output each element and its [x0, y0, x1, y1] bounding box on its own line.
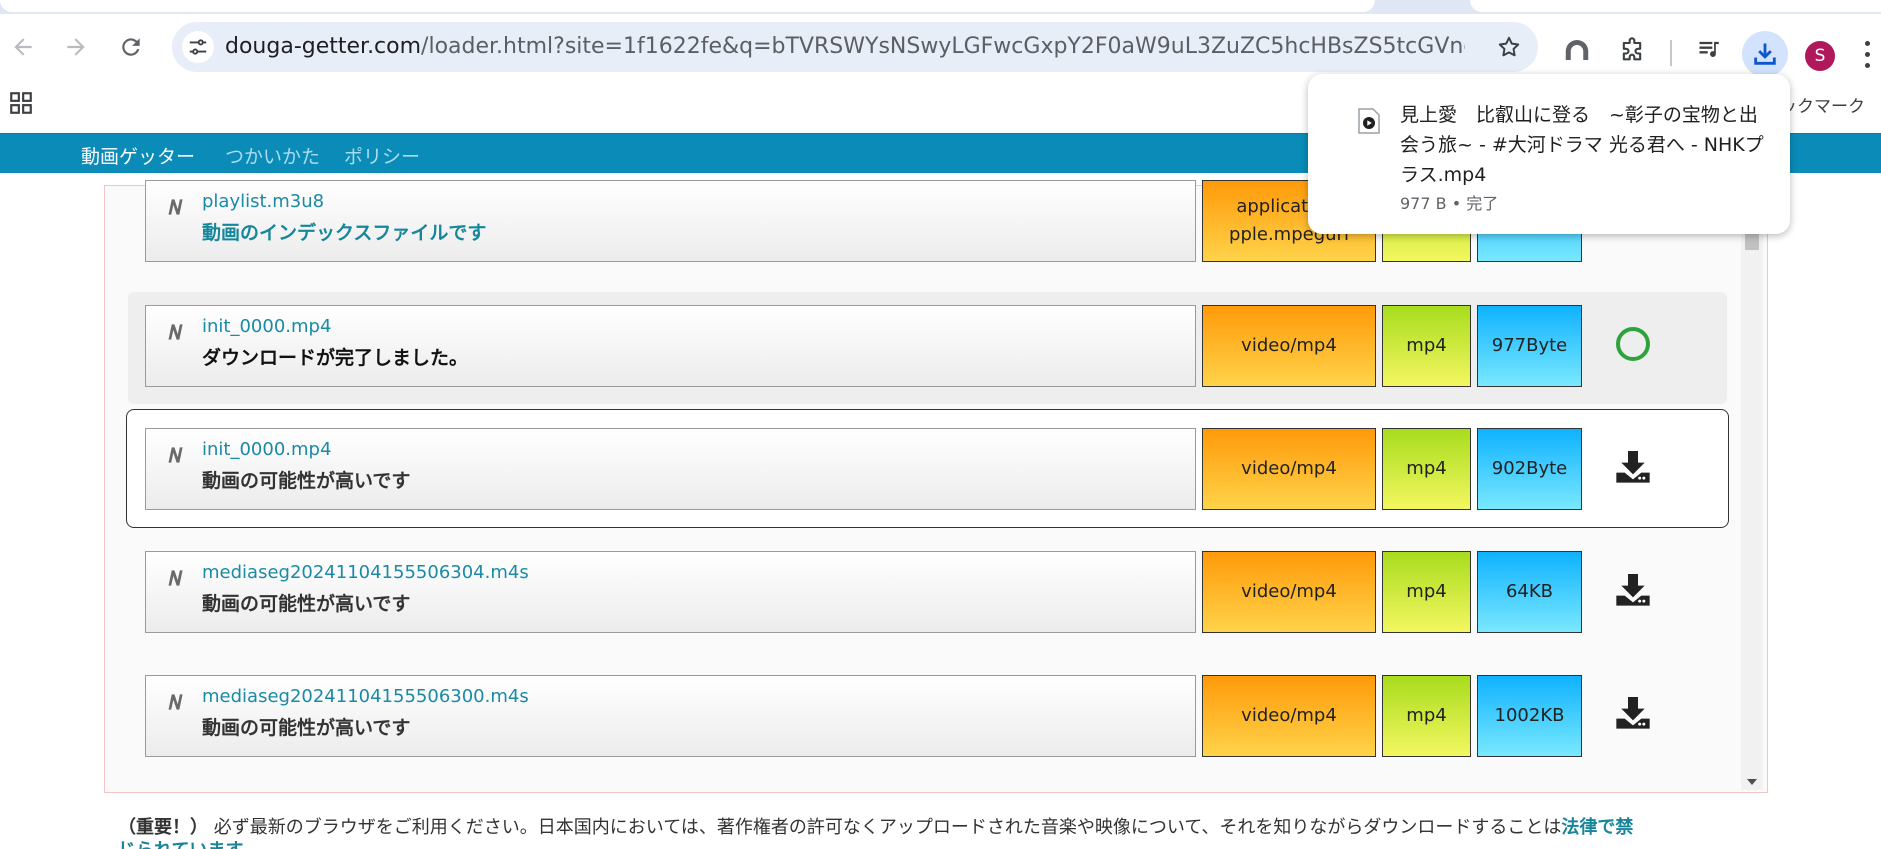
arrow-left-icon	[14, 38, 32, 56]
download-status: 977 B • 完了	[1400, 194, 1499, 213]
file-info: init_0000.mp4 動画の可能性が高いです	[145, 428, 1196, 510]
n-logo-icon	[168, 694, 183, 710]
url-text[interactable]: douga-getter.com/loader.html?site=1f1622…	[225, 32, 1465, 62]
file-name: mediaseg20241104155506304.m4s	[202, 562, 529, 583]
downloads-button[interactable]	[1742, 31, 1788, 77]
reload-icon	[122, 38, 140, 56]
forward-button[interactable]	[59, 30, 93, 64]
download-button[interactable]	[1613, 569, 1653, 609]
ext-badge: mp4	[1382, 551, 1471, 633]
legal-notice: （重要！） 必ず最新のブラウザをご利用ください。日本国内においては、著作権者の許…	[118, 813, 1738, 849]
media-control-button[interactable]	[1694, 34, 1726, 66]
inactive-tab[interactable]	[1470, 0, 1881, 12]
file-description: 動画の可能性が高いです	[202, 470, 411, 492]
download-bubble: 見上愛 比叡山に登る ~彰子の宝物と出会う旅~ - #大河ドラマ 光る君へ - …	[1308, 74, 1790, 234]
site-brand-link[interactable]: 動画ゲッター	[81, 142, 195, 169]
tune-icon	[189, 39, 207, 55]
n-logo-icon	[168, 324, 183, 340]
file-name: init_0000.mp4	[202, 439, 332, 460]
file-info: mediaseg20241104155506304.m4s 動画の可能性が高いで…	[145, 551, 1196, 633]
profile-avatar[interactable]: S	[1805, 41, 1835, 71]
file-info: playlist.m3u8 動画のインデックスファイルです	[145, 180, 1196, 262]
size-badge: 1002KB	[1477, 675, 1582, 757]
back-button[interactable]	[6, 30, 40, 64]
all-bookmarks-link[interactable]: ックマーク	[1780, 92, 1865, 117]
arrow-right-icon	[67, 38, 85, 56]
download-tray-icon	[1616, 451, 1650, 483]
ext-badge: mp4	[1382, 305, 1471, 387]
completed-circle-icon	[1616, 327, 1650, 361]
mime-badge: video/mp4	[1202, 305, 1376, 387]
url-path: /loader.html?site=1f1622fe&q=bTVRSWYsNSw…	[421, 34, 1465, 59]
extensions-button[interactable]	[1616, 34, 1648, 66]
file-info: mediaseg20241104155506300.m4s 動画の可能性が高いで…	[145, 675, 1196, 757]
menu-button[interactable]	[1862, 40, 1874, 70]
file-description: ダウンロードが完了しました。	[202, 347, 469, 369]
reload-button[interactable]	[114, 30, 148, 64]
download-tray-icon	[1616, 574, 1650, 606]
file-info: init_0000.mp4 ダウンロードが完了しました。	[145, 305, 1196, 387]
star-icon	[1498, 36, 1520, 57]
download-tray-icon	[1616, 697, 1650, 729]
puzzle-icon	[1622, 37, 1642, 61]
file-description: 動画の可能性が高いです	[202, 717, 411, 739]
scroll-down-arrow-icon[interactable]	[1745, 772, 1759, 791]
file-name: mediaseg20241104155506300.m4s	[202, 686, 529, 707]
apps-grid-icon[interactable]	[8, 90, 34, 116]
browser-window: douga-getter.com/loader.html?site=1f1622…	[0, 0, 1881, 849]
mime-badge: video/mp4	[1202, 428, 1376, 510]
size-badge: 977Byte	[1477, 305, 1582, 387]
ext-badge: mp4	[1382, 675, 1471, 757]
n-logo-icon	[168, 570, 183, 586]
size-badge: 64KB	[1477, 551, 1582, 633]
file-name: init_0000.mp4	[202, 316, 332, 337]
n-logo-icon	[168, 447, 183, 463]
notice-label: （重要！）	[118, 817, 208, 838]
nav-link-howto[interactable]: つかいかた	[225, 142, 320, 169]
arch-icon	[1565, 40, 1589, 60]
scrollbar[interactable]	[1741, 220, 1763, 790]
file-name: playlist.m3u8	[202, 191, 325, 212]
scrollbar-thumb[interactable]	[1745, 232, 1759, 250]
url-host: douga-getter.com	[225, 34, 422, 59]
extension-arch-button[interactable]	[1561, 34, 1593, 66]
download-filename[interactable]: 見上愛 比叡山に登る ~彰子の宝物と出会う旅~ - #大河ドラマ 光る君へ - …	[1400, 100, 1772, 190]
mime-badge: video/mp4	[1202, 675, 1376, 757]
active-tab[interactable]	[0, 0, 1375, 12]
playlist-music-icon	[1699, 41, 1719, 57]
browser-toolbar: douga-getter.com/loader.html?site=1f1622…	[0, 14, 1881, 78]
download-button[interactable]	[1613, 446, 1653, 486]
nav-link-policy[interactable]: ポリシー	[344, 142, 420, 169]
bookmark-star-button[interactable]	[1496, 34, 1522, 64]
notice-law-link[interactable]: 法律で禁	[1561, 817, 1633, 838]
address-bar[interactable]: douga-getter.com/loader.html?site=1f1622…	[172, 22, 1538, 72]
notice-text: 必ず最新のブラウザをご利用ください。日本国内においては、著作権者の許可なくアップ…	[213, 817, 1562, 838]
tab-strip	[0, 0, 1881, 14]
site-info-button[interactable]	[182, 31, 214, 63]
size-badge: 902Byte	[1477, 428, 1582, 510]
file-description: 動画のインデックスファイルです	[202, 222, 487, 244]
download-button[interactable]	[1613, 692, 1653, 732]
mime-badge: video/mp4	[1202, 551, 1376, 633]
ext-badge: mp4	[1382, 428, 1471, 510]
toolbar-separator	[1670, 40, 1672, 66]
n-logo-icon	[168, 199, 183, 215]
file-description: 動画の可能性が高いです	[202, 593, 411, 615]
menu-dot-icon	[1865, 41, 1870, 46]
video-file-icon	[1358, 108, 1380, 134]
menu-dot-icon	[1865, 63, 1870, 68]
menu-dot-icon	[1865, 52, 1870, 57]
download-icon	[1754, 43, 1776, 65]
notice-law-link-continued[interactable]: じられています	[118, 841, 243, 849]
